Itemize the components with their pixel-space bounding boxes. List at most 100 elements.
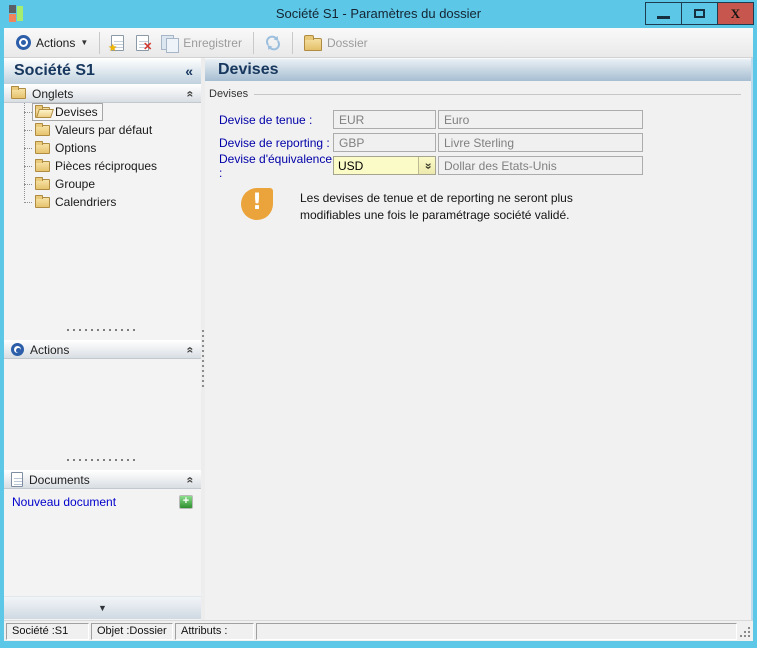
field-label: Devise de reporting :: [219, 135, 330, 150]
close-button[interactable]: X: [717, 2, 754, 25]
save-button[interactable]: Enregistrer: [155, 33, 248, 53]
section-header-onglets[interactable]: Onglets «: [4, 84, 201, 103]
folder-icon: [35, 158, 50, 172]
form-row-devise-tenue: Devise de tenue : EUR Euro: [219, 110, 751, 129]
folder-icon: [35, 140, 50, 154]
tree-item-label: Valeurs par défaut: [55, 123, 153, 137]
panel-splitter[interactable]: [4, 458, 201, 461]
dossier-label: Dossier: [326, 35, 368, 50]
panel-splitter[interactable]: [4, 328, 201, 331]
plus-icon: +: [182, 495, 190, 507]
devises-form: Devise de tenue : EUR Euro Devise de rep…: [219, 110, 751, 222]
folder-icon: [303, 34, 322, 51]
status-attributes: Attributs :: [175, 622, 254, 640]
add-document-button[interactable]: +: [179, 495, 193, 509]
field-label: Devise d'équivalence :: [219, 151, 333, 180]
new-document-row: Nouveau document +: [4, 492, 201, 512]
tree-item-label: Groupe: [55, 177, 96, 191]
actions-target-icon: [11, 343, 24, 356]
chevron-up-icon: «: [183, 476, 198, 483]
tree-item-options[interactable]: Options: [4, 139, 201, 157]
app-window: Société S1 - Paramètres du dossier X Act…: [0, 0, 757, 648]
exclamation-glyph: !: [251, 190, 263, 215]
tree-item-label: Calendriers: [55, 195, 117, 209]
maximize-button[interactable]: [681, 2, 718, 25]
tree-item-groupe[interactable]: Groupe: [4, 175, 201, 193]
tree-item-label: Devises: [55, 105, 98, 119]
new-document-link[interactable]: Nouveau document: [12, 495, 179, 509]
chevron-up-icon: «: [183, 90, 198, 97]
tree-item-label: Options: [55, 141, 97, 155]
tree-item-calendriers[interactable]: Calendriers: [4, 193, 201, 211]
groupbox-line: [254, 93, 741, 95]
scroll-down-icon: ▼: [98, 603, 107, 613]
chevron-down-icon: ▼: [80, 38, 89, 47]
sidebar: Société S1 « Onglets « Devises Valeurs p…: [4, 58, 201, 620]
devises-groupbox-header: Devises: [209, 88, 741, 100]
main-panel: Devises Devises Devise de tenue : EUR Eu…: [205, 58, 753, 620]
refresh-icon: [265, 35, 280, 50]
delete-button[interactable]: ✕: [130, 33, 155, 53]
resize-grip[interactable]: [738, 625, 750, 637]
actions-menu-label: Actions: [36, 35, 76, 50]
devise-reporting-name-field: Livre Sterling: [438, 133, 643, 152]
save-label: Enregistrer: [183, 35, 242, 50]
chevron-up-icon: «: [183, 346, 198, 353]
close-icon: X: [730, 5, 741, 21]
devise-equivalence-combobox[interactable]: USD «: [333, 156, 436, 175]
tree-item-devises[interactable]: Devises: [4, 103, 201, 121]
sidebar-scroll-down-button[interactable]: ▼: [4, 596, 201, 619]
toolbar-separator: [99, 31, 101, 54]
chevron-double-down-icon: «: [420, 162, 434, 169]
section-label-onglets: Onglets: [32, 86, 74, 101]
form-row-devise-equivalence: Devise d'équivalence : USD « Dollar des …: [219, 152, 751, 180]
section-label-actions: Actions: [30, 342, 70, 357]
main-header: Devises: [205, 58, 751, 81]
folder-icon: [11, 86, 26, 99]
status-bar: Société :S1 Objet :Dossier Attributs :: [4, 620, 753, 641]
folder-icon: [35, 176, 50, 190]
document-icon: [11, 472, 23, 487]
window-title: Société S1 - Paramètres du dossier: [275, 6, 482, 21]
devise-tenue-code-field: EUR: [333, 110, 436, 129]
splitter-grip-dots: [202, 330, 204, 390]
star-icon: ★: [108, 42, 118, 54]
tree-item-pieces-reciproques[interactable]: Pièces réciproques: [4, 157, 201, 175]
actions-target-icon: [16, 35, 31, 50]
status-object: Objet :Dossier: [91, 622, 173, 640]
refresh-button[interactable]: [259, 33, 287, 53]
window-controls: X: [645, 2, 754, 25]
tree-item-label: Pièces réciproques: [55, 159, 158, 173]
toolbar-separator: [252, 31, 254, 54]
new-document-button[interactable]: ★: [105, 33, 130, 54]
toolbar: Actions ▼ ★ ✕ Enregistrer Dossier: [4, 28, 753, 58]
folder-icon: [35, 122, 50, 136]
section-header-actions[interactable]: Actions «: [4, 340, 201, 359]
warning-message: ! Les devises de tenue et de reporting n…: [241, 188, 588, 224]
minimize-button[interactable]: [645, 2, 682, 25]
new-page-icon: ★: [108, 34, 125, 54]
sidebar-title-bar: Société S1 «: [4, 58, 201, 84]
tree-item-valeurs-par-defaut[interactable]: Valeurs par défaut: [4, 121, 201, 139]
folder-open-icon: [35, 104, 50, 118]
folder-icon: [35, 194, 50, 208]
combobox-dropdown-button[interactable]: «: [418, 157, 435, 174]
onglets-tree: Devises Valeurs par défaut Options Pièce…: [4, 103, 201, 211]
minimize-icon: [657, 16, 670, 19]
delete-page-icon: ✕: [136, 34, 153, 53]
status-empty-panel: [256, 622, 737, 640]
form-row-devise-reporting: Devise de reporting : GBP Livre Sterling: [219, 133, 751, 152]
section-header-documents[interactable]: Documents «: [4, 470, 201, 489]
collapse-sidebar-icon[interactable]: «: [185, 63, 193, 79]
title-bar[interactable]: Société S1 - Paramètres du dossier X: [0, 0, 757, 28]
groupbox-label: Devises: [209, 88, 249, 100]
toolbar-separator: [291, 31, 293, 54]
actions-menu-button[interactable]: Actions ▼: [10, 33, 94, 52]
delete-x-icon: ✕: [143, 40, 153, 53]
save-icon: [161, 34, 180, 53]
section-label-documents: Documents: [29, 472, 90, 487]
maximize-icon: [694, 9, 705, 18]
page-title: Devises: [218, 61, 279, 78]
devise-equivalence-name-field: Dollar des Etats-Unis: [438, 156, 643, 175]
dossier-button[interactable]: Dossier: [298, 33, 374, 53]
